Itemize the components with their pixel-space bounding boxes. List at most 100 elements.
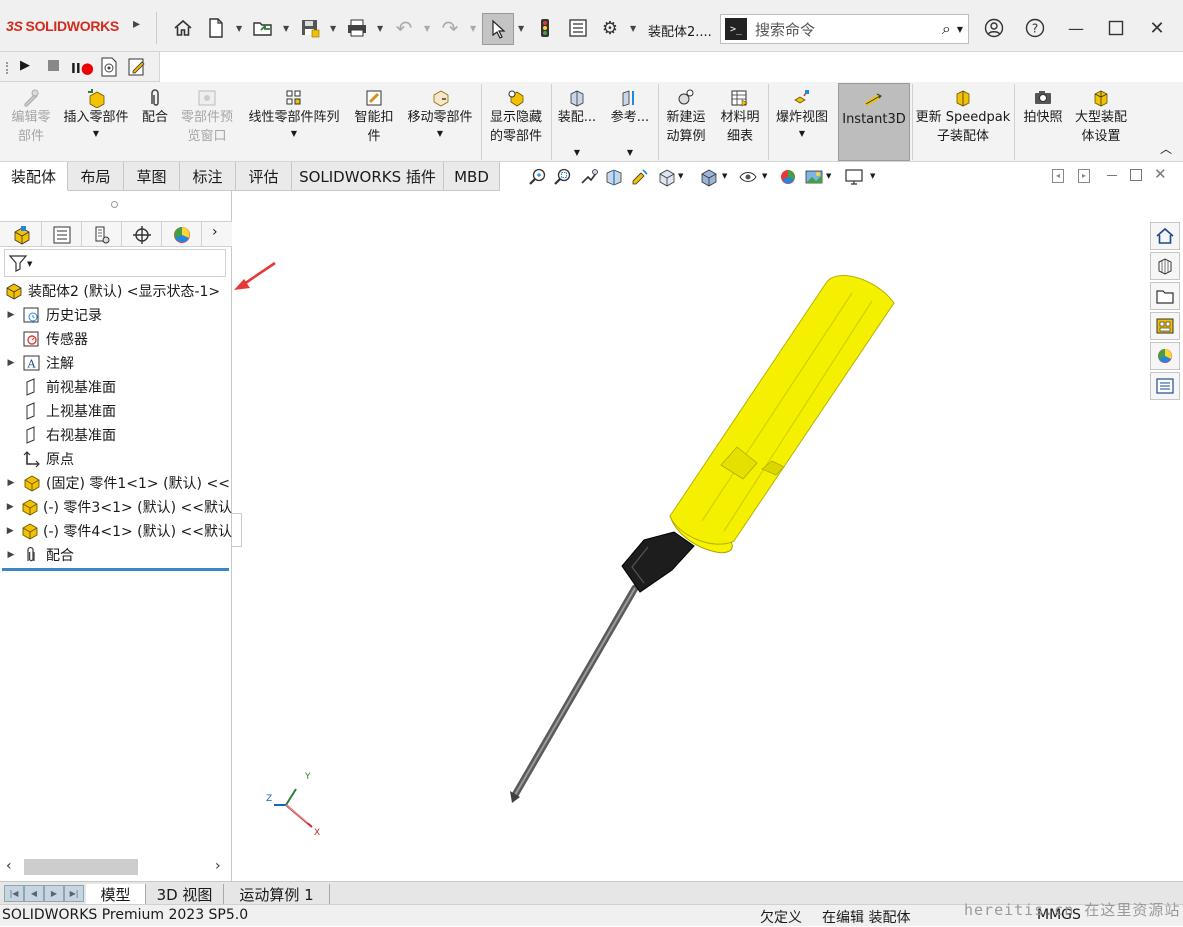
tab-markup[interactable]: 标注 xyxy=(180,162,236,191)
scene-icon[interactable] xyxy=(804,167,824,187)
menu-expand-icon[interactable]: ▸ xyxy=(133,16,140,32)
smart-fasteners-button[interactable]: 智能扣 件 xyxy=(350,82,398,162)
expand-arrow-icon[interactable]: ▶ xyxy=(0,310,22,320)
feature-manager-tab[interactable] xyxy=(2,222,42,247)
select-cursor-icon[interactable] xyxy=(482,13,514,45)
horizontal-scrollbar[interactable]: ‹ › xyxy=(0,857,232,877)
tree-item-top-plane[interactable]: 上视基准面 xyxy=(0,399,232,423)
chevron-down-icon[interactable]: ▼ xyxy=(722,172,727,180)
minimize-icon[interactable]: — xyxy=(1064,15,1088,41)
chevron-down-icon[interactable]: ▼ xyxy=(518,24,524,33)
tab-evaluate[interactable]: 评估 xyxy=(236,162,292,191)
restore-doc-icon[interactable] xyxy=(1130,169,1142,181)
chevron-down-icon[interactable]: ▼ xyxy=(291,129,297,139)
chevron-down-icon[interactable]: ▼ xyxy=(799,129,805,139)
update-speedpak-button[interactable]: 更新 Speedpak 子装配体 xyxy=(914,82,1012,162)
expand-arrow-icon[interactable]: ▶ xyxy=(0,358,22,368)
chevron-down-icon[interactable]: ▼ xyxy=(424,24,430,33)
chevron-right-icon[interactable]: › xyxy=(212,224,218,240)
previous-pane-icon[interactable]: ◂ xyxy=(1052,169,1064,183)
large-assembly-settings-button[interactable]: 大型装配 体设置 xyxy=(1070,82,1132,162)
chevron-down-icon[interactable]: ▼ xyxy=(437,129,443,139)
redo-icon[interactable]: ↷ xyxy=(438,15,462,41)
expand-arrow-icon[interactable]: ▶ xyxy=(0,478,22,488)
save-icon[interactable] xyxy=(298,15,322,41)
display-manager-tab[interactable] xyxy=(162,222,202,247)
gear-icon[interactable]: ⚙ xyxy=(598,15,622,41)
user-icon[interactable] xyxy=(982,15,1006,41)
design-library-icon[interactable] xyxy=(1150,252,1180,280)
chevron-down-icon[interactable]: ▼ xyxy=(870,172,875,180)
scroll-right-icon[interactable]: › xyxy=(215,858,221,874)
solidworks-resources-icon[interactable] xyxy=(1150,222,1180,250)
tab-mbd[interactable]: MBD xyxy=(444,162,500,191)
screwdriver-model[interactable] xyxy=(510,275,895,803)
expand-arrow-icon[interactable]: ▶ xyxy=(0,526,20,536)
take-snapshot-button[interactable]: 拍快照 xyxy=(1016,82,1070,162)
tab-model[interactable]: 模型 xyxy=(86,884,146,905)
last-tab-icon[interactable]: ▶| xyxy=(64,885,84,902)
previous-tab-icon[interactable]: ◀ xyxy=(24,885,44,902)
chevron-down-icon[interactable]: ▼ xyxy=(762,172,767,180)
insert-components-button[interactable]: 插入零部件 ▼ xyxy=(60,82,132,162)
chevron-down-icon[interactable]: ▼ xyxy=(826,172,831,180)
expand-arrow-icon[interactable]: ▶ xyxy=(0,550,22,560)
new-doc-icon[interactable] xyxy=(204,15,228,41)
minimize-doc-icon[interactable] xyxy=(1107,175,1117,176)
previous-view-icon[interactable] xyxy=(579,167,599,187)
tree-item-sensors[interactable]: 传感器 xyxy=(0,327,232,351)
tab-layout[interactable]: 布局 xyxy=(68,162,124,191)
tree-item-front-plane[interactable]: 前视基准面 xyxy=(0,375,232,399)
tree-root-assembly[interactable]: 装配体2 (默认) <显示状态-1> xyxy=(0,279,232,303)
exploded-view-button[interactable]: 爆炸视图 ▼ xyxy=(770,82,834,162)
mate-button[interactable]: 配合 xyxy=(134,82,176,162)
close-doc-icon[interactable]: ✕ xyxy=(1154,165,1167,183)
close-icon[interactable]: ✕ xyxy=(1145,15,1169,41)
pane-splitter-handle[interactable] xyxy=(111,201,118,208)
edit-component-button[interactable]: 编辑零 部件 xyxy=(2,82,60,162)
open-icon[interactable] xyxy=(250,15,276,41)
tab-motion-study-1[interactable]: 运动算例 1 xyxy=(224,884,330,905)
edit-appearance-icon[interactable] xyxy=(778,167,798,187)
tree-item-annotations[interactable]: ▶ A 注解 xyxy=(0,351,232,375)
chevron-down-icon[interactable]: ▼ xyxy=(630,24,636,33)
tree-item-mates[interactable]: ▶ 配合 xyxy=(0,543,232,567)
show-hidden-components-button[interactable]: 显示隐藏 的零部件 xyxy=(484,82,548,162)
view-settings-icon[interactable] xyxy=(844,167,864,187)
instant3d-toggle[interactable]: Instant3D xyxy=(838,83,910,161)
component-preview-button[interactable]: 零部件预 览窗口 xyxy=(176,82,238,162)
tree-item-part4[interactable]: ▶ (-) 零件4<1> (默认) <<默认 xyxy=(0,519,232,543)
chevron-down-icon[interactable]: ▼ xyxy=(470,24,476,33)
play-icon[interactable]: ▶ xyxy=(20,58,30,73)
expand-arrow-icon[interactable]: ▶ xyxy=(0,502,20,512)
next-tab-icon[interactable]: ▶ xyxy=(44,885,64,902)
collapse-ribbon-icon[interactable]: ︿ xyxy=(1160,140,1172,157)
next-pane-icon[interactable]: ▸ xyxy=(1078,169,1090,183)
search-icon[interactable]: ⌕ xyxy=(942,19,951,39)
section-view-icon[interactable] xyxy=(604,167,624,187)
configuration-manager-tab[interactable] xyxy=(82,222,122,247)
record-icon[interactable]: II● xyxy=(71,59,94,77)
macro-edit-icon[interactable] xyxy=(127,57,147,77)
view-orientation-icon[interactable] xyxy=(656,167,676,187)
tab-sketch[interactable]: 草图 xyxy=(124,162,180,191)
macro-new-icon[interactable] xyxy=(100,57,118,77)
rollback-bar[interactable] xyxy=(2,568,229,571)
tab-solidworks-addins[interactable]: SOLIDWORKS 插件 xyxy=(292,162,444,191)
tab-assembly[interactable]: 装配体 xyxy=(0,162,68,191)
chevron-down-icon[interactable]: ▼ xyxy=(236,24,242,33)
traffic-light-icon[interactable] xyxy=(535,15,555,41)
home-icon[interactable] xyxy=(171,15,195,41)
chevron-down-icon[interactable]: ▼ xyxy=(957,25,963,34)
tree-item-right-plane[interactable]: 右视基准面 xyxy=(0,423,232,447)
property-manager-tab[interactable] xyxy=(42,222,82,247)
graphics-area[interactable]: X Y Z xyxy=(232,191,1148,881)
maximize-icon[interactable] xyxy=(1104,15,1128,41)
chevron-down-icon[interactable]: ▼ xyxy=(574,148,580,158)
new-motion-study-button[interactable]: 新建运 动算例 xyxy=(660,82,712,162)
tab-3d-views[interactable]: 3D 视图 xyxy=(146,884,224,905)
chevron-down-icon[interactable]: ▼ xyxy=(93,129,99,139)
appearances-icon[interactable] xyxy=(1150,342,1180,370)
stop-icon[interactable] xyxy=(48,60,59,71)
file-explorer-icon[interactable] xyxy=(1150,282,1180,310)
